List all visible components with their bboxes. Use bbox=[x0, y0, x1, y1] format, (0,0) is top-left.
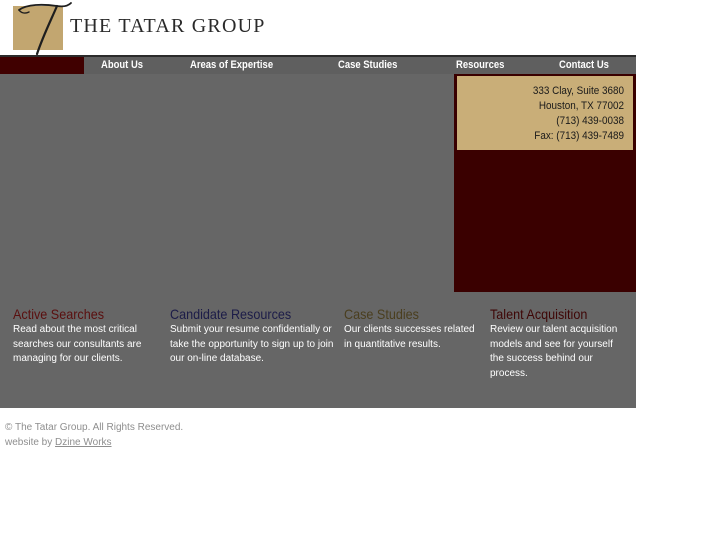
copyright-text: © The Tatar Group. All Rights Reserved. bbox=[5, 422, 184, 433]
brand-name: THE TATAR GROUP bbox=[70, 15, 266, 37]
promo-case-studies: Case Studies Our clients successes relat… bbox=[344, 306, 482, 352]
address-phone: (713) 439-0038 bbox=[556, 115, 624, 127]
nav-accent-block bbox=[0, 57, 84, 74]
promo-text: Submit your resume confidentially or tak… bbox=[170, 324, 334, 365]
promo-title[interactable]: Talent Acquisition bbox=[490, 306, 612, 322]
main-nav: About Us Areas of Expertise Case Studies… bbox=[0, 55, 636, 74]
address-box: 333 Clay, Suite 3680 Houston, TX 77002 (… bbox=[457, 76, 633, 150]
nav-areas-of-expertise[interactable]: Areas of Expertise bbox=[190, 59, 273, 71]
promo-talent-acquisition: Talent Acquisition Review our talent acq… bbox=[490, 306, 626, 382]
t-monogram-icon bbox=[18, 2, 72, 56]
credit-prefix: website by bbox=[5, 436, 56, 448]
footer: © The Tatar Group. All Rights Reserved. … bbox=[5, 421, 183, 450]
promo-title[interactable]: Candidate Resources bbox=[170, 306, 319, 322]
credit-line: website by Dzine Works bbox=[5, 436, 183, 451]
address-street: 333 Clay, Suite 3680 bbox=[532, 85, 624, 97]
logo[interactable] bbox=[13, 2, 72, 56]
promo-text: Read about the most critical searches ou… bbox=[13, 324, 142, 365]
nav-contact-us[interactable]: Contact Us bbox=[559, 59, 609, 71]
promo-title[interactable]: Active Searches bbox=[13, 306, 139, 322]
promo-text: Review our talent acquisition models and… bbox=[490, 324, 618, 380]
promo-candidate-resources: Candidate Resources Submit your resume c… bbox=[170, 306, 335, 367]
nav-about-us[interactable]: About Us bbox=[101, 59, 143, 71]
promo-title[interactable]: Case Studies bbox=[344, 306, 468, 322]
contact-panel: 333 Clay, Suite 3680 Houston, TX 77002 (… bbox=[454, 74, 636, 292]
dzine-works-link[interactable]: Dzine Works bbox=[55, 437, 112, 448]
nav-case-studies[interactable]: Case Studies bbox=[338, 59, 397, 71]
promo-active-searches: Active Searches Read about the most crit… bbox=[13, 306, 153, 367]
promo-text: Our clients successes related in quantit… bbox=[344, 324, 475, 350]
address-city: Houston, TX 77002 bbox=[538, 100, 624, 112]
address-fax: Fax: (713) 439-7489 bbox=[534, 130, 624, 142]
main-content: 333 Clay, Suite 3680 Houston, TX 77002 (… bbox=[0, 74, 636, 408]
nav-resources[interactable]: Resources bbox=[456, 59, 504, 71]
